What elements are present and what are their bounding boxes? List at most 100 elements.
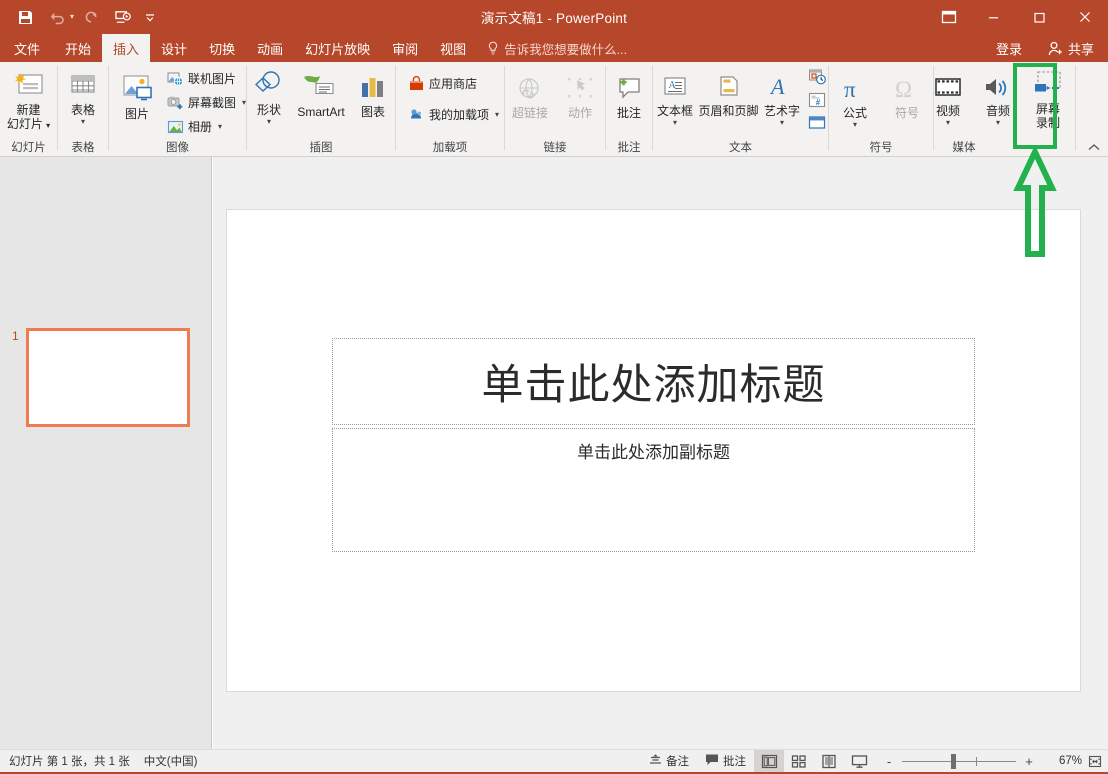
title-placeholder[interactable]: 单击此处添加标题 bbox=[332, 338, 975, 425]
slideshow-view-button[interactable] bbox=[844, 750, 874, 773]
wordart-dropdown-caret[interactable]: ▾ bbox=[780, 119, 784, 127]
subtitle-placeholder[interactable]: 单击此处添加副标题 bbox=[332, 428, 975, 552]
slide-thumbnail-pane[interactable]: 1 bbox=[0, 157, 212, 749]
screen-recording-label-1: 屏幕 bbox=[1035, 102, 1060, 116]
chart-button[interactable]: 图表 bbox=[351, 65, 395, 119]
minimize-icon[interactable] bbox=[970, 0, 1016, 34]
audio-button[interactable]: 音频 ▾ bbox=[976, 66, 1020, 127]
notes-label: 备注 bbox=[666, 756, 689, 768]
my-addins-button[interactable]: 我的加载项 ▾ bbox=[404, 103, 502, 126]
online-pictures-button[interactable]: 联机图片 bbox=[163, 67, 249, 90]
text-box-dropdown-caret[interactable]: ▾ bbox=[673, 119, 677, 127]
slide-thumbnail-1[interactable] bbox=[26, 328, 190, 427]
slide-canvas[interactable]: 单击此处添加标题 单击此处添加副标题 bbox=[227, 210, 1080, 691]
zoom-out-button[interactable]: - bbox=[880, 754, 898, 769]
slide-number-icon: # bbox=[808, 92, 827, 114]
shapes-dropdown-caret[interactable]: ▾ bbox=[267, 118, 271, 126]
subtitle-placeholder-text: 单击此处添加副标题 bbox=[577, 443, 730, 462]
fit-to-window-icon[interactable] bbox=[1082, 754, 1108, 769]
tab-insert[interactable]: 插入 bbox=[102, 34, 151, 62]
store-button[interactable]: 应用商店 bbox=[404, 72, 502, 95]
tab-animations[interactable]: 动画 bbox=[246, 34, 294, 62]
tab-home[interactable]: 开始 bbox=[54, 34, 102, 62]
shapes-button[interactable]: 形状 ▾ bbox=[247, 65, 291, 126]
photo-album-dropdown-caret[interactable]: ▾ bbox=[218, 122, 222, 131]
shapes-icon bbox=[251, 67, 287, 101]
ribbon-group-comments: 批注 批注 bbox=[606, 62, 652, 157]
table-button[interactable]: 表格 ▾ bbox=[61, 65, 105, 126]
account-area: 登录 共享 bbox=[984, 34, 1104, 62]
date-and-time-button[interactable] bbox=[806, 69, 828, 90]
screenshot-icon bbox=[166, 94, 184, 112]
screenshot-button[interactable]: 屏幕截图 ▾ bbox=[163, 91, 249, 114]
tab-design[interactable]: 设计 bbox=[150, 34, 198, 62]
new-slide-button[interactable]: 新建 幻灯片 ▾ bbox=[3, 65, 54, 133]
header-footer-button[interactable]: 页眉和页脚 bbox=[699, 66, 759, 118]
action-button: 动作 bbox=[558, 68, 602, 120]
status-bar-right: 备注 批注 - + 67% bbox=[641, 749, 1108, 773]
wordart-label: 艺术字 bbox=[764, 104, 801, 118]
smartart-button[interactable]: SmartArt bbox=[295, 65, 347, 119]
equation-dropdown-caret[interactable]: ▾ bbox=[853, 121, 857, 129]
object-icon bbox=[808, 115, 827, 136]
tab-transitions[interactable]: 切换 bbox=[198, 34, 246, 62]
reading-view-button[interactable] bbox=[814, 750, 844, 773]
audio-dropdown-caret[interactable]: ▾ bbox=[996, 119, 1000, 127]
tab-review[interactable]: 审阅 bbox=[381, 34, 429, 62]
tab-file[interactable]: 文件 bbox=[0, 34, 54, 62]
zoom-slider-handle[interactable] bbox=[951, 753, 956, 769]
zoom-control: - + 67% bbox=[874, 750, 1108, 773]
pictures-button[interactable]: 图片 bbox=[115, 65, 159, 121]
wordart-button[interactable]: A 艺术字 ▾ bbox=[760, 66, 804, 127]
chevron-up-icon[interactable] bbox=[1086, 139, 1102, 155]
share-label: 共享 bbox=[1067, 41, 1094, 57]
tab-slide-show[interactable]: 幻灯片放映 bbox=[294, 34, 381, 62]
tell-me-search[interactable]: 告诉我您想要做什么... bbox=[477, 34, 637, 62]
normal-view-button[interactable] bbox=[754, 749, 784, 773]
slide-counter[interactable]: 幻灯片 第 1 张，共 1 张 bbox=[9, 753, 130, 769]
ribbon-display-options-icon[interactable] bbox=[932, 0, 966, 34]
chart-icon bbox=[358, 69, 388, 103]
close-icon[interactable] bbox=[1062, 0, 1108, 34]
language-indicator[interactable]: 中文(中国) bbox=[144, 753, 198, 769]
equation-pi-icon: π bbox=[840, 70, 870, 104]
slide-sorter-view-button[interactable] bbox=[784, 750, 814, 773]
comments-button[interactable]: 批注 bbox=[697, 750, 754, 773]
maximize-icon[interactable] bbox=[1016, 0, 1062, 34]
photo-album-label: 相册 bbox=[188, 120, 213, 134]
share-button[interactable]: 共享 bbox=[1038, 39, 1104, 58]
video-dropdown-caret[interactable]: ▾ bbox=[946, 119, 950, 127]
status-bar-left: 幻灯片 第 1 张，共 1 张 中文(中国) bbox=[0, 753, 197, 769]
tab-view[interactable]: 视图 bbox=[429, 34, 477, 62]
table-dropdown-caret[interactable]: ▾ bbox=[81, 118, 85, 126]
table-icon bbox=[67, 67, 99, 101]
ribbon-group-images: 图片 联机图片 屏幕截图 ▾ 相册 ▾ 图像 bbox=[109, 62, 246, 157]
my-addins-dropdown-caret[interactable]: ▾ bbox=[495, 110, 499, 119]
notes-button[interactable]: 备注 bbox=[641, 750, 697, 773]
zoom-slider-midpoint bbox=[976, 756, 977, 766]
ribbon-group-images-label: 图像 bbox=[166, 142, 189, 154]
text-box-button[interactable]: A 文本框 ▾ bbox=[653, 66, 697, 127]
new-slide-label-1: 新建 bbox=[16, 103, 41, 117]
slide-editing-pane[interactable]: 单击此处添加标题 单击此处添加副标题 bbox=[213, 157, 1108, 749]
equation-button[interactable]: π 公式 ▾ bbox=[833, 68, 877, 129]
object-button[interactable] bbox=[806, 115, 828, 136]
ribbon-group-links: 超链接 动作 链接 bbox=[505, 62, 605, 157]
screen-recording-button[interactable]: 屏幕 录制 bbox=[1026, 66, 1070, 130]
zoom-level-label[interactable]: 67% bbox=[1038, 755, 1082, 767]
photo-album-button[interactable]: 相册 ▾ bbox=[163, 115, 249, 138]
title-bar: ▾ 演示文稿1 - PowerPoint bbox=[0, 0, 1108, 34]
zoom-in-button[interactable]: + bbox=[1020, 754, 1038, 769]
wordart-icon: A bbox=[768, 68, 796, 102]
my-addins-label: 我的加载项 bbox=[429, 108, 490, 122]
slide-number-button[interactable]: # bbox=[806, 92, 828, 113]
comments-label: 批注 bbox=[723, 756, 746, 768]
new-comment-icon bbox=[614, 70, 644, 104]
audio-label: 音频 bbox=[985, 104, 1010, 118]
video-button[interactable]: 视频 ▾ bbox=[926, 66, 970, 127]
text-tiny-buttons: # bbox=[806, 66, 828, 136]
new-comment-button[interactable]: 批注 bbox=[607, 68, 651, 120]
date-time-icon bbox=[808, 68, 827, 91]
zoom-slider[interactable] bbox=[898, 750, 1020, 773]
sign-in-button[interactable]: 登录 bbox=[984, 39, 1034, 58]
